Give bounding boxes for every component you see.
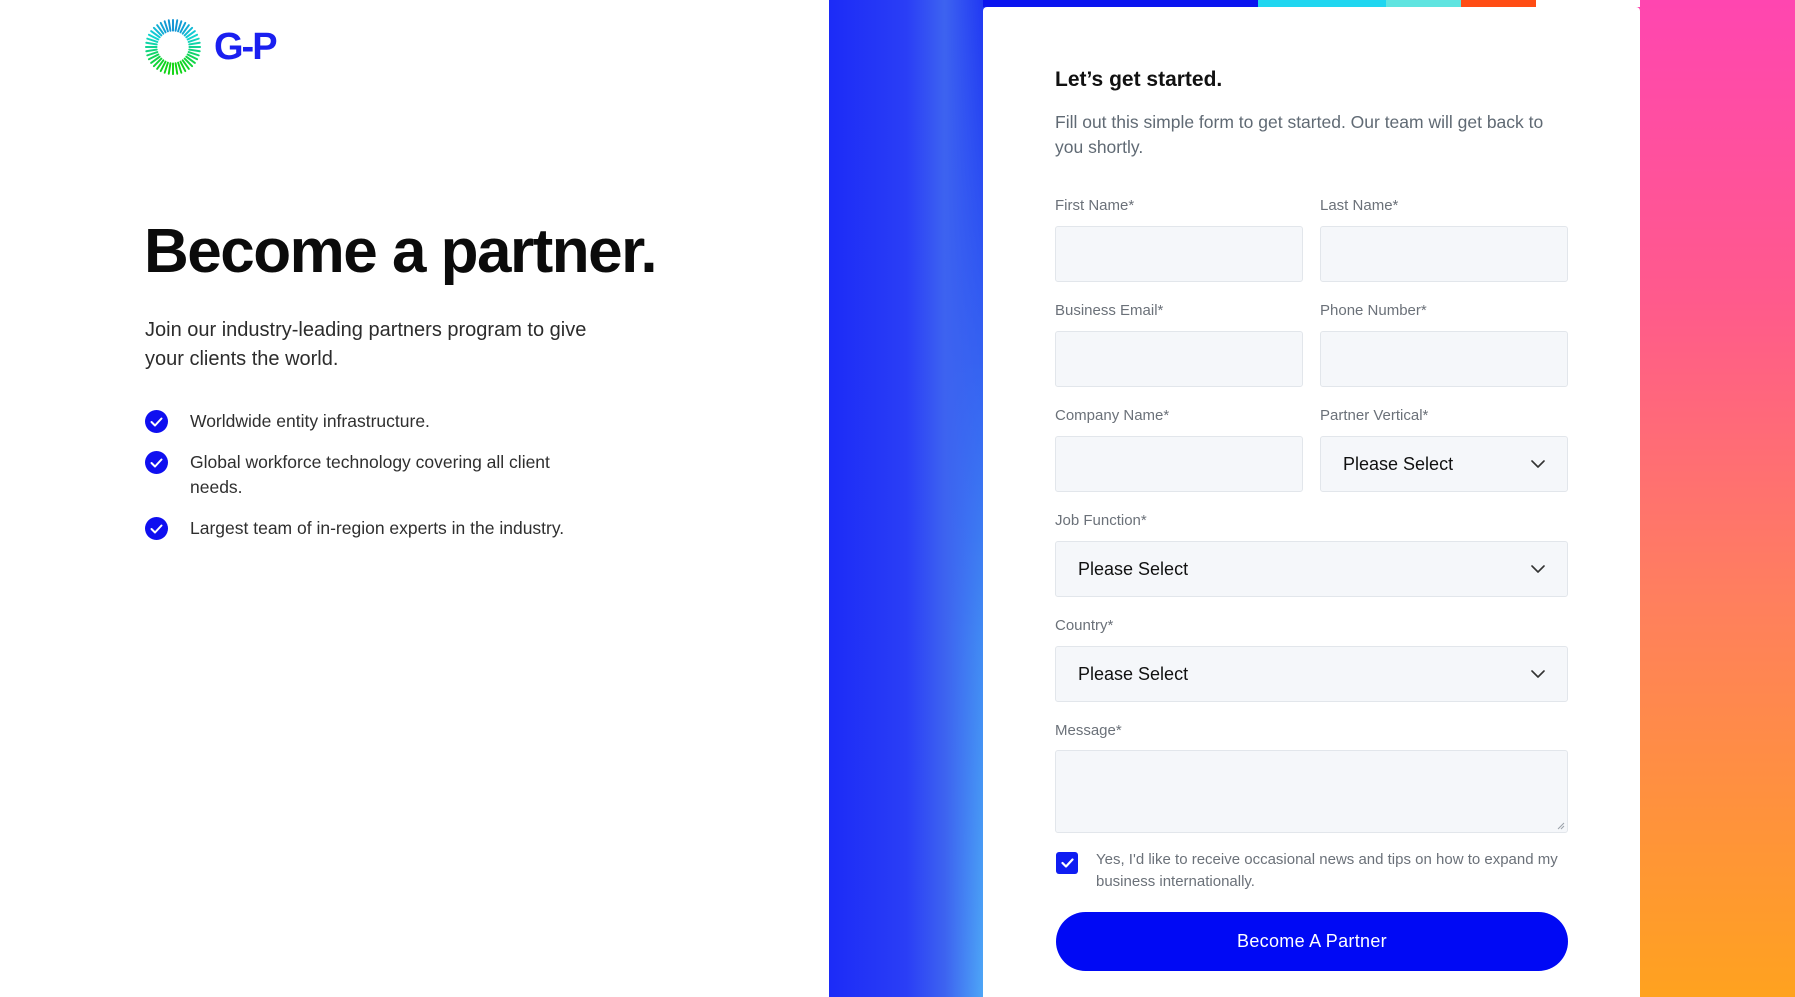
country-select[interactable]: Please Select [1055,646,1568,702]
sunburst-ray [174,62,179,75]
benefit-item: Global workforce technology covering all… [145,450,605,500]
benefit-text: Worldwide entity infrastructure. [190,411,430,431]
company-name-label: Company Name* [1055,407,1170,424]
benefit-item: Worldwide entity infrastructure. [145,409,605,434]
first-name-input[interactable] [1056,227,1302,281]
strip-segment [1536,0,1640,7]
business-email-field[interactable] [1055,331,1303,387]
form-title: Let’s get started. [1055,68,1223,91]
chevron-down-icon [1531,565,1545,573]
first-name-field[interactable] [1055,226,1303,282]
checkmark-icon [145,410,168,433]
business-email-input[interactable] [1056,332,1302,386]
sunburst-ray [174,19,179,32]
sunburst-ray [188,41,201,46]
logo-text: G-P [214,26,278,68]
partner-vertical-select[interactable]: Please Select [1320,436,1568,492]
intro-text: Join our industry-leading partners progr… [145,319,587,370]
benefit-text: Largest team of in-region experts in the… [190,518,565,538]
sunburst-ray [167,19,172,32]
phone-number-input[interactable] [1321,332,1567,386]
become-partner-button[interactable]: Become A Partner [1056,912,1568,971]
strip-segment [1386,0,1461,7]
phone-number-field[interactable] [1320,331,1568,387]
page-title: Become a partner. [144,217,658,286]
consent-text: Yes, I'd like to receive occasional news… [1096,851,1558,890]
message-textarea[interactable] [1055,750,1568,833]
strip-segment [1258,0,1386,7]
benefit-item: Largest team of in-region experts in the… [145,516,605,541]
partner-vertical-value: Please Select [1343,453,1454,474]
checkmark-icon [145,451,168,474]
color-strip [983,0,1640,7]
job-function-select[interactable]: Please Select [1055,541,1568,597]
job-function-value: Please Select [1078,558,1189,579]
last-name-label: Last Name* [1320,197,1399,214]
sunburst-icon [144,18,202,76]
gp-logo[interactable]: G-P [144,18,278,76]
company-name-field[interactable] [1055,436,1303,492]
consent-checkbox[interactable] [1056,852,1078,874]
strip-segment [983,0,1258,7]
chevron-down-icon [1531,460,1545,468]
benefit-text: Global workforce technology covering all… [190,452,550,497]
checkmark-icon [145,517,168,540]
sunburst-ray [145,48,158,53]
message-label: Message* [1055,722,1122,739]
form-subtitle: Fill out this simple form to get started… [1055,112,1544,157]
country-value: Please Select [1078,663,1189,684]
company-name-input[interactable] [1056,437,1302,491]
phone-number-label: Phone Number* [1320,302,1427,319]
business-email-label: Business Email* [1055,302,1164,319]
left-panel: G-P Become a partner. Join our industry-… [0,0,829,997]
chevron-down-icon [1531,670,1545,678]
country-label: Country* [1055,617,1114,634]
checkmark-icon [1060,858,1074,868]
last-name-input[interactable] [1321,227,1567,281]
partner-vertical-label: Partner Vertical* [1320,407,1429,424]
strip-segment [1461,0,1536,7]
sunburst-ray [188,48,201,53]
sunburst-ray [145,41,158,46]
benefits-list: Worldwide entity infrastructure. Global … [145,409,605,557]
sunburst-ray [167,62,172,75]
first-name-label: First Name* [1055,197,1135,214]
resize-handle-icon[interactable] [1557,822,1565,830]
partner-form: Let’s get started. Fill out this simple … [983,7,1640,997]
last-name-field[interactable] [1320,226,1568,282]
job-function-label: Job Function* [1055,512,1147,529]
